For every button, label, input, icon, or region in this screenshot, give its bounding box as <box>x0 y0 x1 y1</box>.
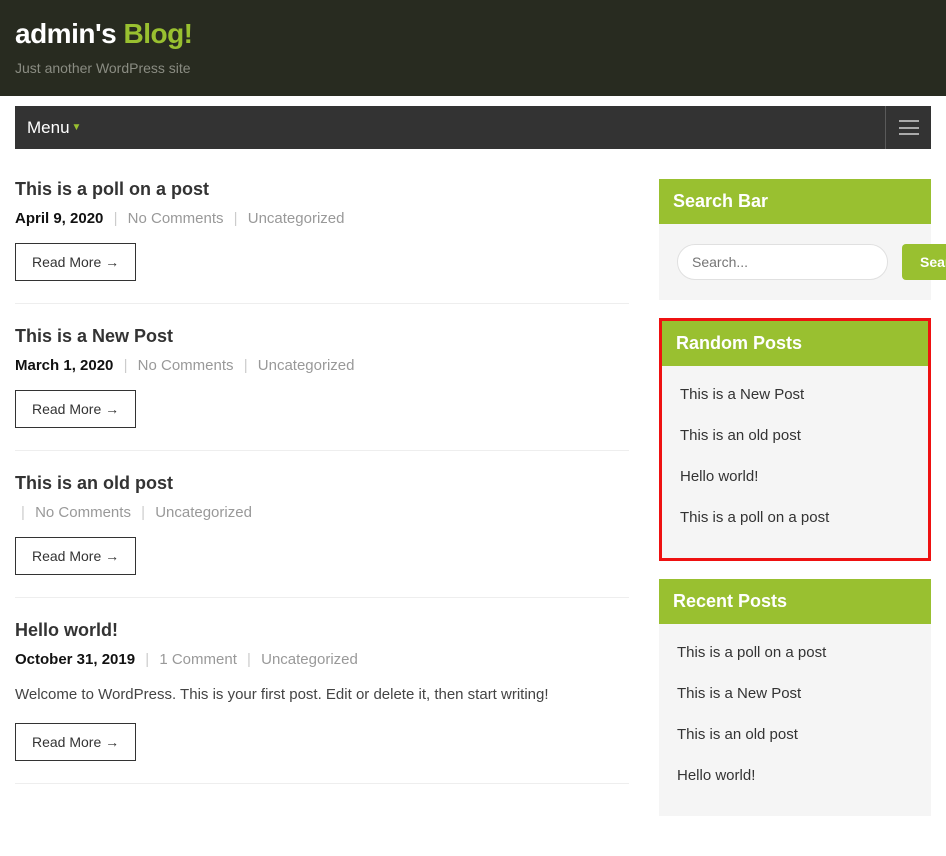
read-more-label: Read More <box>32 734 101 750</box>
meta-separator: | <box>124 357 128 374</box>
search-input[interactable] <box>677 244 888 280</box>
post-title[interactable]: This is an old post <box>15 473 629 494</box>
post: Hello world! October 31, 2019 | 1 Commen… <box>15 620 629 784</box>
list-item[interactable]: This is a New Post <box>677 673 913 714</box>
meta-separator: | <box>114 210 118 227</box>
hamburger-icon <box>899 120 919 135</box>
widget-title: Random Posts <box>662 321 928 366</box>
post-meta: April 9, 2020 | No Comments | Uncategori… <box>15 210 629 227</box>
post-comments-link[interactable]: No Comments <box>138 357 234 374</box>
site-tagline: Just another WordPress site <box>15 60 931 76</box>
main-nav: Menu▼ <box>15 106 931 149</box>
list-item[interactable]: This is a poll on a post <box>680 497 910 538</box>
read-more-button[interactable]: Read More → <box>15 243 136 281</box>
list-item[interactable]: This is a New Post <box>680 386 910 415</box>
meta-separator: | <box>234 210 238 227</box>
post-comments-link[interactable]: No Comments <box>128 210 224 227</box>
post-comments-link[interactable]: 1 Comment <box>159 651 237 668</box>
hamburger-button[interactable] <box>885 106 931 149</box>
site-title[interactable]: admin's Blog! <box>15 18 931 50</box>
post-date: March 1, 2020 <box>15 357 113 374</box>
post-title[interactable]: This is a poll on a post <box>15 179 629 200</box>
read-more-label: Read More <box>32 548 101 564</box>
read-more-button[interactable]: Read More → <box>15 537 136 575</box>
meta-separator: | <box>21 504 25 521</box>
post-category-link[interactable]: Uncategorized <box>248 210 345 227</box>
widget-body: This is a poll on a post This is a New P… <box>659 624 931 816</box>
meta-separator: | <box>145 651 149 668</box>
main-column: This is a poll on a post April 9, 2020 |… <box>15 179 629 834</box>
read-more-button[interactable]: Read More → <box>15 390 136 428</box>
list-item[interactable]: This is an old post <box>680 415 910 456</box>
widget-body: Search <box>659 224 931 300</box>
widget-title: Recent Posts <box>659 579 931 624</box>
site-header: admin's Blog! Just another WordPress sit… <box>0 0 946 96</box>
arrow-right-icon: → <box>105 254 119 270</box>
random-posts-widget: Random Posts This is a New Post This is … <box>662 321 928 558</box>
chevron-down-icon: ▼ <box>72 122 82 133</box>
site-title-accent: Blog! <box>123 18 192 49</box>
search-button[interactable]: Search <box>902 244 946 280</box>
post-title[interactable]: Hello world! <box>15 620 629 641</box>
random-posts-list: This is a New Post This is an old post H… <box>680 386 910 538</box>
post-category-link[interactable]: Uncategorized <box>258 357 355 374</box>
post-meta: March 1, 2020 | No Comments | Uncategori… <box>15 357 629 374</box>
post-category-link[interactable]: Uncategorized <box>261 651 358 668</box>
list-item[interactable]: This is an old post <box>677 714 913 755</box>
read-more-button[interactable]: Read More → <box>15 723 136 761</box>
read-more-label: Read More <box>32 254 101 270</box>
post: This is a New Post March 1, 2020 | No Co… <box>15 326 629 451</box>
search-widget: Search Bar Search <box>659 179 931 300</box>
menu-label: Menu <box>27 118 70 138</box>
menu-item-home[interactable]: Menu▼ <box>15 106 93 149</box>
meta-separator: | <box>141 504 145 521</box>
recent-posts-widget: Recent Posts This is a poll on a post Th… <box>659 579 931 816</box>
sidebar: Search Bar Search Random Posts This is a… <box>659 179 931 834</box>
list-item[interactable]: Hello world! <box>677 755 913 796</box>
meta-separator: | <box>247 651 251 668</box>
list-item[interactable]: Hello world! <box>680 456 910 497</box>
widget-body: This is a New Post This is an old post H… <box>662 366 928 558</box>
post-meta: October 31, 2019 | 1 Comment | Uncategor… <box>15 651 629 668</box>
post-date: April 9, 2020 <box>15 210 103 227</box>
post-excerpt: Welcome to WordPress. This is your first… <box>15 684 629 707</box>
post-date: October 31, 2019 <box>15 651 135 668</box>
post-meta: | No Comments | Uncategorized <box>15 504 629 521</box>
meta-separator: | <box>244 357 248 374</box>
post: This is an old post | No Comments | Unca… <box>15 473 629 598</box>
recent-posts-list: This is a poll on a post This is a New P… <box>677 644 913 796</box>
post-comments-link[interactable]: No Comments <box>35 504 131 521</box>
arrow-right-icon: → <box>105 548 119 564</box>
arrow-right-icon: → <box>105 734 119 750</box>
list-item[interactable]: This is a poll on a post <box>677 644 913 673</box>
read-more-label: Read More <box>32 401 101 417</box>
site-title-prefix: admin's <box>15 18 123 49</box>
highlighted-widget-box: Random Posts This is a New Post This is … <box>659 318 931 561</box>
arrow-right-icon: → <box>105 401 119 417</box>
post: This is a poll on a post April 9, 2020 |… <box>15 179 629 304</box>
post-category-link[interactable]: Uncategorized <box>155 504 252 521</box>
content-container: This is a poll on a post April 9, 2020 |… <box>0 149 946 854</box>
widget-title: Search Bar <box>659 179 931 224</box>
post-title[interactable]: This is a New Post <box>15 326 629 347</box>
